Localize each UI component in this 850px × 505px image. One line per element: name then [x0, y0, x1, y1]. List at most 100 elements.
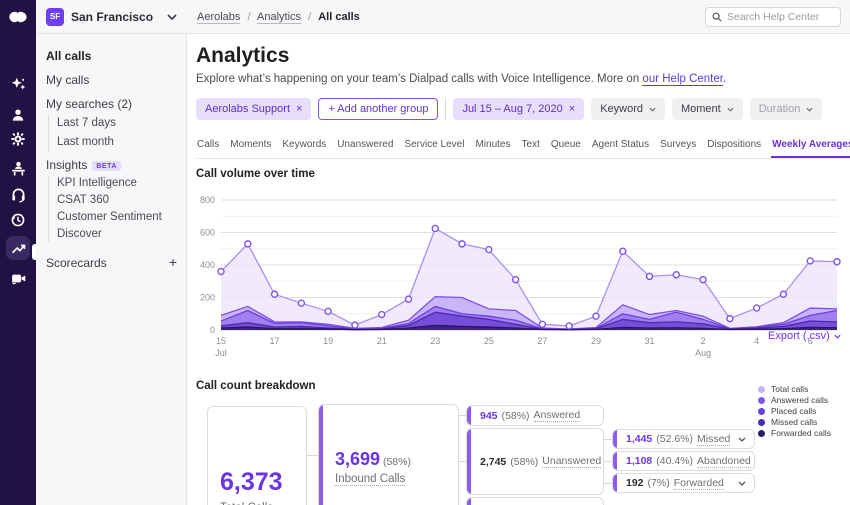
sidebar-item-last-month[interactable]: Last month [57, 136, 114, 148]
sidebar-item-customer-sentiment[interactable]: Customer Sentiment [57, 211, 162, 223]
remove-filter-icon[interactable]: × [569, 103, 575, 115]
insights-group: KPI Intelligence CSAT 360 Customer Senti… [48, 176, 178, 242]
tab-minutes[interactable]: Minutes [474, 136, 511, 158]
remove-filter-icon[interactable]: × [296, 103, 302, 115]
chart-title: Call volume over time [196, 168, 315, 180]
tab-calls[interactable]: Calls [196, 136, 220, 158]
dialpad-logo-icon[interactable] [7, 8, 29, 26]
tab-text[interactable]: Text [520, 136, 540, 158]
contacts-icon[interactable] [6, 103, 30, 127]
workspace-switcher[interactable]: SF San Francisco [36, 8, 187, 26]
tab-weekly-averages[interactable]: Weekly Averages [771, 136, 850, 158]
legend-dot [758, 408, 765, 415]
add-scorecard-button[interactable]: + [169, 254, 177, 270]
legend-item-answered: Answered calls [758, 395, 831, 405]
legend-item-missed: Missed calls [758, 417, 831, 427]
tab-queue[interactable]: Queue [550, 136, 582, 158]
forwarded-value: 192 [626, 477, 644, 489]
help-search[interactable] [705, 7, 841, 27]
search-input[interactable] [727, 11, 834, 23]
legend-dot [758, 386, 765, 393]
call-volume-chart: 0200400600800151719212325272931246JulAug [193, 192, 845, 362]
history-clock-icon[interactable] [6, 208, 30, 232]
tab-service-level[interactable]: Service Level [403, 136, 465, 158]
analytics-trend-icon[interactable] [6, 236, 30, 260]
svg-text:800: 800 [200, 195, 215, 205]
keyword-label: Keyword [600, 103, 643, 115]
svg-text:31: 31 [645, 336, 655, 346]
tab-unanswered[interactable]: Unanswered [336, 136, 394, 158]
answered-pct: (58%) [502, 410, 530, 422]
sidebar-item-csat-360[interactable]: CSAT 360 [57, 194, 109, 206]
breadcrumb-analytics[interactable]: Analytics [257, 11, 301, 24]
answered-label[interactable]: Answered [534, 409, 581, 422]
svg-text:600: 600 [200, 228, 215, 238]
group-filter-chip[interactable]: Aerolabs Support × [196, 98, 311, 120]
chevron-down-icon [806, 107, 813, 112]
legend-item-forwarded: Forwarded calls [758, 428, 831, 438]
accent-bar [613, 474, 617, 492]
agent-desk-icon[interactable] [6, 156, 30, 180]
tab-dispositions[interactable]: Dispositions [706, 136, 762, 158]
connector-line [604, 461, 612, 462]
help-center-link[interactable]: our Help Center [642, 73, 723, 86]
chart-canvas: 0200400600800151719212325272931246JulAug [193, 192, 845, 362]
svg-text:29: 29 [591, 336, 601, 346]
abandoned-label: Abandoned [697, 455, 751, 468]
svg-text:2: 2 [701, 336, 706, 346]
total-calls-box: 6,373 Total Calls [207, 406, 307, 505]
inbound-label[interactable]: Inbound Calls [335, 473, 405, 486]
connector-line [459, 415, 466, 416]
missed-label: Missed [697, 433, 730, 446]
workspace-avatar: SF [46, 8, 64, 26]
sidebar-item-scorecards[interactable]: Scorecards [46, 256, 107, 270]
tab-moments[interactable]: Moments [229, 136, 272, 158]
description-period: . [723, 73, 726, 85]
unanswered-label[interactable]: Unanswered [542, 455, 601, 468]
answered-box: 945 (58%) Answered [466, 405, 604, 426]
moment-label: Moment [681, 103, 721, 115]
unanswered-value: 2,745 [480, 456, 506, 468]
sidebar-item-discover[interactable]: Discover [57, 228, 102, 240]
headset-icon[interactable] [6, 182, 30, 206]
tab-surveys[interactable]: Surveys [659, 136, 697, 158]
missed-dropdown[interactable]: 1,445 (52.6%) Missed [612, 429, 755, 449]
svg-text:200: 200 [200, 293, 215, 303]
legend-dot [758, 430, 765, 437]
search-icon [712, 12, 722, 22]
sidebar-item-kpi-intelligence[interactable]: KPI Intelligence [57, 177, 137, 189]
legend-label: Missed calls [771, 417, 817, 427]
abandoned-dropdown[interactable]: 1,108 (40.4%) Abandoned [612, 451, 755, 471]
breadcrumb-aerolabs[interactable]: Aerolabs [197, 11, 240, 24]
date-range-chip[interactable]: Jul 15 – Aug 7, 2020 × [453, 98, 584, 120]
connector-line [604, 439, 612, 440]
keyword-filter-dropdown[interactable]: Keyword [591, 98, 665, 120]
forwarded-dropdown[interactable]: 192 (7%) Forwarded [612, 473, 755, 493]
tab-agent-status[interactable]: Agent Status [591, 136, 650, 158]
sidebar-item-insights[interactable]: InsightsBETA [46, 158, 121, 172]
export-csv-link[interactable]: Export (.csv) [768, 330, 841, 342]
svg-text:21: 21 [377, 336, 387, 346]
breadcrumb-current: All calls [318, 11, 360, 23]
breadcrumb: Aerolabs / Analytics / All calls [197, 11, 360, 23]
duration-filter-dropdown[interactable]: Duration [750, 98, 823, 120]
sidebar-item-my-searches[interactable]: My searches (2) [46, 97, 132, 111]
moment-filter-dropdown[interactable]: Moment [672, 98, 743, 120]
ai-sparkles-icon[interactable] [6, 72, 30, 96]
partial-row-box: 3 (0.3%) Calls to Forwarded [466, 497, 604, 505]
video-camera-icon[interactable] [6, 266, 30, 290]
settings-gear-icon[interactable] [6, 127, 30, 151]
unanswered-box: 2,745 (58%) Unanswered [466, 428, 604, 495]
accent-bar [319, 405, 323, 505]
filter-bar: Aerolabs Support × + Add another group J… [196, 98, 822, 120]
sidebar-item-last-7-days[interactable]: Last 7 days [57, 117, 116, 129]
add-group-button[interactable]: + Add another group [318, 98, 438, 120]
svg-text:0: 0 [210, 325, 215, 335]
sidebar-item-my-calls[interactable]: My calls [46, 73, 89, 87]
sidebar-item-all-calls[interactable]: All calls [46, 49, 91, 63]
tab-keywords[interactable]: Keywords [281, 136, 327, 158]
page-description: Explore what’s happening on your team’s … [196, 73, 726, 85]
export-label: Export (.csv) [768, 330, 830, 342]
top-bar: SF San Francisco Aerolabs / Analytics / … [36, 0, 850, 34]
nav-rail [0, 0, 36, 505]
